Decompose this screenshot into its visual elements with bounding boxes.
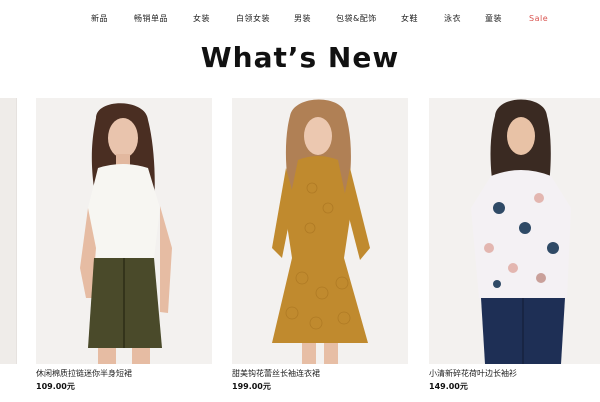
nav-item-sale[interactable]: Sale xyxy=(529,12,548,26)
nav-item-men[interactable]: 男装 xyxy=(294,12,311,26)
model-photo-skirt-outfit xyxy=(36,98,212,364)
page: 新品 畅销单品 女装 白领女装 男装 包袋&配饰 女鞋 泳衣 童装 Sale W… xyxy=(0,0,600,402)
product-name[interactable]: 小清新碎花荷叶边长袖衫 xyxy=(429,368,517,379)
nav-item-women[interactable]: 女装 xyxy=(193,12,210,26)
product-image[interactable] xyxy=(232,98,408,364)
top-navigation: 新品 畅销单品 女装 白领女装 男装 包袋&配饰 女鞋 泳衣 童装 Sale xyxy=(0,12,600,26)
product-name[interactable]: 甜美钩花蕾丝长袖连衣裙 xyxy=(232,368,320,379)
nav-item-kids[interactable]: 童装 xyxy=(485,12,502,26)
product-card[interactable]: 休闲棉质拉链迷你半身短裙 109.00元 xyxy=(36,98,212,391)
product-price: 149.00元 xyxy=(429,382,468,391)
product-image-partial-left[interactable] xyxy=(0,98,17,364)
product-image[interactable] xyxy=(36,98,212,364)
nav-item-new[interactable]: 新品 xyxy=(91,12,108,26)
model-photo-lace-dress xyxy=(232,98,408,364)
nav-item-swimwear[interactable]: 泳衣 xyxy=(444,12,461,26)
nav-item-bestsellers[interactable]: 畅销单品 xyxy=(134,12,168,26)
product-image[interactable] xyxy=(429,98,600,364)
nav-item-bags-accessories[interactable]: 包袋&配饰 xyxy=(336,12,377,26)
page-title: What’s New xyxy=(200,41,400,74)
product-card[interactable]: 小清新碎花荷叶边长袖衫 149.00元 xyxy=(429,98,600,391)
nav-item-workwear[interactable]: 白领女装 xyxy=(236,12,270,26)
product-price: 109.00元 xyxy=(36,382,75,391)
product-name[interactable]: 休闲棉质拉链迷你半身短裙 xyxy=(36,368,132,379)
product-price: 199.00元 xyxy=(232,382,271,391)
nav-item-shoes[interactable]: 女鞋 xyxy=(401,12,418,26)
product-card[interactable]: 甜美钩花蕾丝长袖连衣裙 199.00元 xyxy=(232,98,408,391)
model-photo-floral-top xyxy=(429,98,600,364)
